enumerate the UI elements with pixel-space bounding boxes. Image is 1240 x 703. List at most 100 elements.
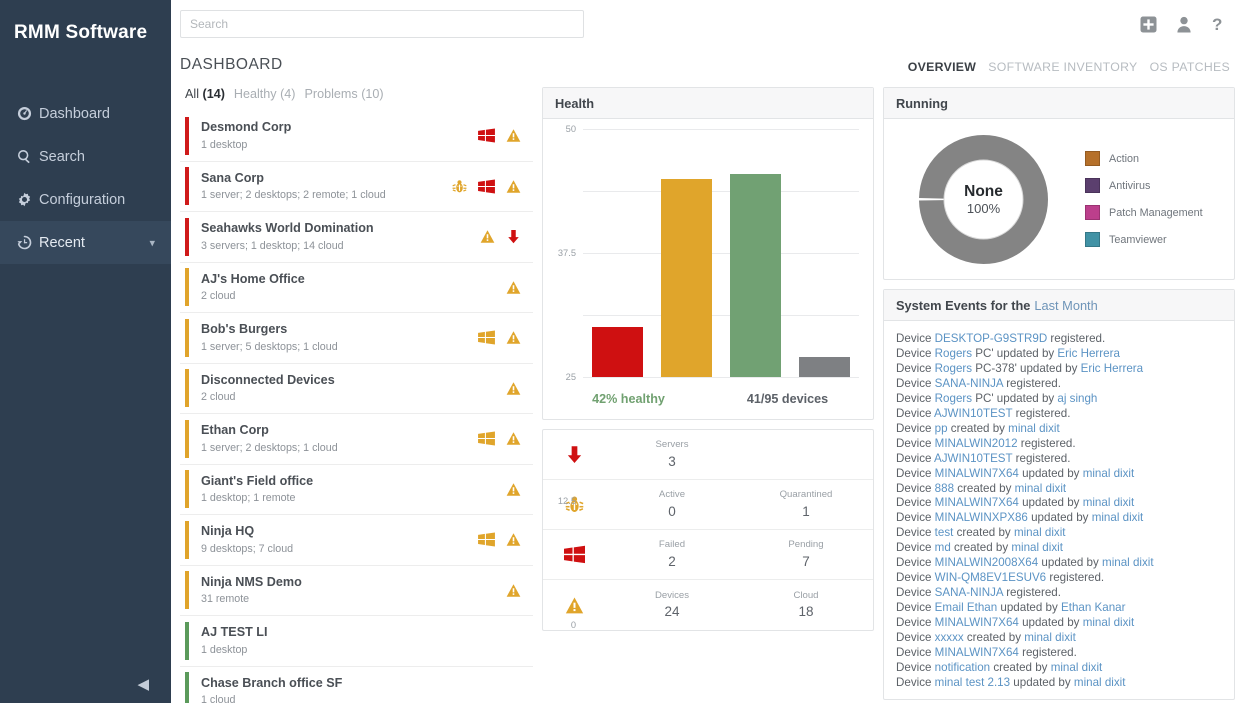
event-link[interactable]: Eric Herrera <box>1081 362 1144 375</box>
warning-icon[interactable] <box>506 583 521 598</box>
event-link[interactable]: minal dixit <box>1102 556 1154 569</box>
running-legend-item[interactable]: Patch Management <box>1085 205 1203 220</box>
filter-all[interactable]: All (14) <box>185 87 225 101</box>
chart-bar-warning[interactable] <box>661 178 712 377</box>
filter-healthy[interactable]: Healthy (4) <box>234 87 296 101</box>
event-link[interactable]: WIN-QM8EV1ESUV6 <box>935 571 1046 584</box>
warning-icon[interactable] <box>506 532 521 547</box>
event-link[interactable]: minal dixit <box>1092 511 1144 524</box>
event-link[interactable]: Email Ethan <box>935 601 998 614</box>
running-legend-item[interactable]: Antivirus <box>1085 178 1203 193</box>
event-link[interactable]: notification <box>935 661 990 674</box>
event-link[interactable]: AJWIN10TEST <box>934 407 1012 420</box>
event-link[interactable]: Rogers <box>935 392 972 405</box>
event-link[interactable]: MINALWIN7X64 <box>935 646 1019 659</box>
event-link[interactable]: Ethan Kanar <box>1061 601 1125 614</box>
event-link[interactable]: MINALWIN2012 <box>935 437 1018 450</box>
organization-row[interactable]: Desmond Corp 1 desktop <box>180 111 533 162</box>
warning-icon[interactable] <box>506 381 521 396</box>
running-legend-item[interactable]: Teamviewer <box>1085 232 1203 247</box>
event-link[interactable]: pp <box>935 422 948 435</box>
running-legend-item[interactable]: Action <box>1085 151 1203 166</box>
event-link[interactable]: MINALWINXPX86 <box>935 511 1028 524</box>
warning-icon[interactable] <box>506 179 521 194</box>
windows-icon[interactable] <box>478 179 495 194</box>
help-icon[interactable]: ? <box>1211 15 1224 33</box>
event-link[interactable]: minal dixit <box>1074 676 1126 689</box>
event-link[interactable]: minal dixit <box>1083 496 1135 509</box>
event-link[interactable]: minal dixit <box>1011 541 1063 554</box>
windows-icon[interactable] <box>478 330 495 345</box>
warning-icon[interactable] <box>480 229 495 244</box>
system-event-line: Device MINALWIN7X64 updated by minal dix… <box>896 616 1222 631</box>
warning-icon[interactable] <box>506 330 521 345</box>
system-events-range-link[interactable]: Last Month <box>1034 298 1097 313</box>
bug-icon[interactable] <box>452 179 467 194</box>
tab-software-inventory[interactable]: SOFTWARE INVENTORY <box>988 60 1137 74</box>
event-link[interactable]: xxxxx <box>935 631 964 644</box>
chart-bar-critical[interactable] <box>592 327 643 377</box>
organization-row[interactable]: Ninja HQ 9 desktops; 7 cloud <box>180 515 533 566</box>
down-arrow-icon[interactable] <box>506 229 521 244</box>
organization-row[interactable]: Ethan Corp 1 server; 2 desktops; 1 cloud <box>180 414 533 465</box>
windows-icon[interactable] <box>478 532 495 547</box>
event-link[interactable]: test <box>935 526 954 539</box>
windows-icon[interactable] <box>478 431 495 446</box>
organization-row[interactable]: Disconnected Devices 2 cloud <box>180 364 533 414</box>
organization-row[interactable]: Sana Corp 1 server; 2 desktops; 2 remote;… <box>180 162 533 212</box>
event-link[interactable]: Eric Herrera <box>1057 347 1120 360</box>
system-event-line: Device MINALWIN7X64 updated by minal dix… <box>896 467 1222 482</box>
warning-icon[interactable] <box>506 128 521 143</box>
event-link[interactable]: 888 <box>935 482 954 495</box>
organization-row[interactable]: Giant's Field office 1 desktop; 1 remote <box>180 465 533 515</box>
windows-icon[interactable] <box>478 128 495 143</box>
organization-row[interactable]: Seahawks World Domination 3 servers; 1 de… <box>180 212 533 263</box>
event-link[interactable]: minal test 2.13 <box>935 676 1010 689</box>
chart-bar-unknown[interactable] <box>799 357 850 377</box>
event-link[interactable]: minal dixit <box>1008 422 1060 435</box>
event-link[interactable]: minal dixit <box>1083 616 1135 629</box>
organization-row[interactable]: Ninja NMS Demo 31 remote <box>180 566 533 616</box>
event-link[interactable]: MINALWIN2008X64 <box>935 556 1039 569</box>
warning-icon[interactable] <box>506 280 521 295</box>
organization-row[interactable]: AJ TEST LI 1 desktop <box>180 616 533 667</box>
search-input[interactable] <box>180 10 584 38</box>
event-link[interactable]: DESKTOP-G9STR9D <box>935 332 1048 345</box>
event-link[interactable]: Rogers <box>935 347 972 360</box>
event-link[interactable]: minal dixit <box>1014 526 1066 539</box>
event-text: Device <box>896 481 935 495</box>
user-icon[interactable] <box>1176 16 1192 33</box>
sidebar-item-dashboard[interactable]: Dashboard <box>0 92 171 135</box>
health-stat-cells: Devices 24 Cloud 18 <box>605 589 873 622</box>
event-link[interactable]: MINALWIN7X64 <box>935 616 1019 629</box>
event-link[interactable]: Rogers <box>935 362 972 375</box>
health-stat-label: Servers <box>655 439 689 451</box>
filter-problems[interactable]: Problems (10) <box>305 87 384 101</box>
tab-overview[interactable]: OVERVIEW <box>908 60 976 74</box>
event-link[interactable]: AJWIN10TEST <box>934 452 1012 465</box>
organization-row[interactable]: Bob's Burgers 1 server; 5 desktops; 1 clo… <box>180 313 533 364</box>
warning-icon[interactable] <box>506 431 521 446</box>
sidebar-item-recent[interactable]: Recent ▾ <box>0 221 171 264</box>
event-link[interactable]: minal dixit <box>1083 467 1135 480</box>
event-link[interactable]: minal dixit <box>1051 661 1103 674</box>
collapse-sidebar-icon[interactable]: ◀ <box>137 677 149 692</box>
event-link[interactable]: SANA-NINJA <box>935 586 1003 599</box>
sidebar-item-configuration[interactable]: Configuration <box>0 178 171 221</box>
event-link[interactable]: SANA-NINJA <box>935 377 1003 390</box>
sidebar-item-search[interactable]: Search <box>0 135 171 178</box>
event-link[interactable]: aj singh <box>1057 392 1097 405</box>
warning-icon[interactable] <box>506 482 521 497</box>
event-link[interactable]: md <box>935 541 951 554</box>
chevron-down-icon[interactable]: ▾ <box>149 236 155 249</box>
add-box-icon[interactable] <box>1140 16 1157 33</box>
chart-bar-healthy[interactable] <box>730 173 781 377</box>
event-link[interactable]: MINALWIN7X64 <box>935 467 1019 480</box>
event-link[interactable]: minal dixit <box>1015 482 1067 495</box>
organization-row[interactable]: AJ's Home Office 2 cloud <box>180 263 533 313</box>
event-link[interactable]: MINALWIN7X64 <box>935 496 1019 509</box>
tab-os-patches[interactable]: OS PATCHES <box>1150 60 1230 74</box>
event-text: created by <box>990 660 1051 674</box>
organization-row[interactable]: Chase Branch office SF 1 cloud <box>180 667 533 703</box>
event-link[interactable]: minal dixit <box>1024 631 1076 644</box>
